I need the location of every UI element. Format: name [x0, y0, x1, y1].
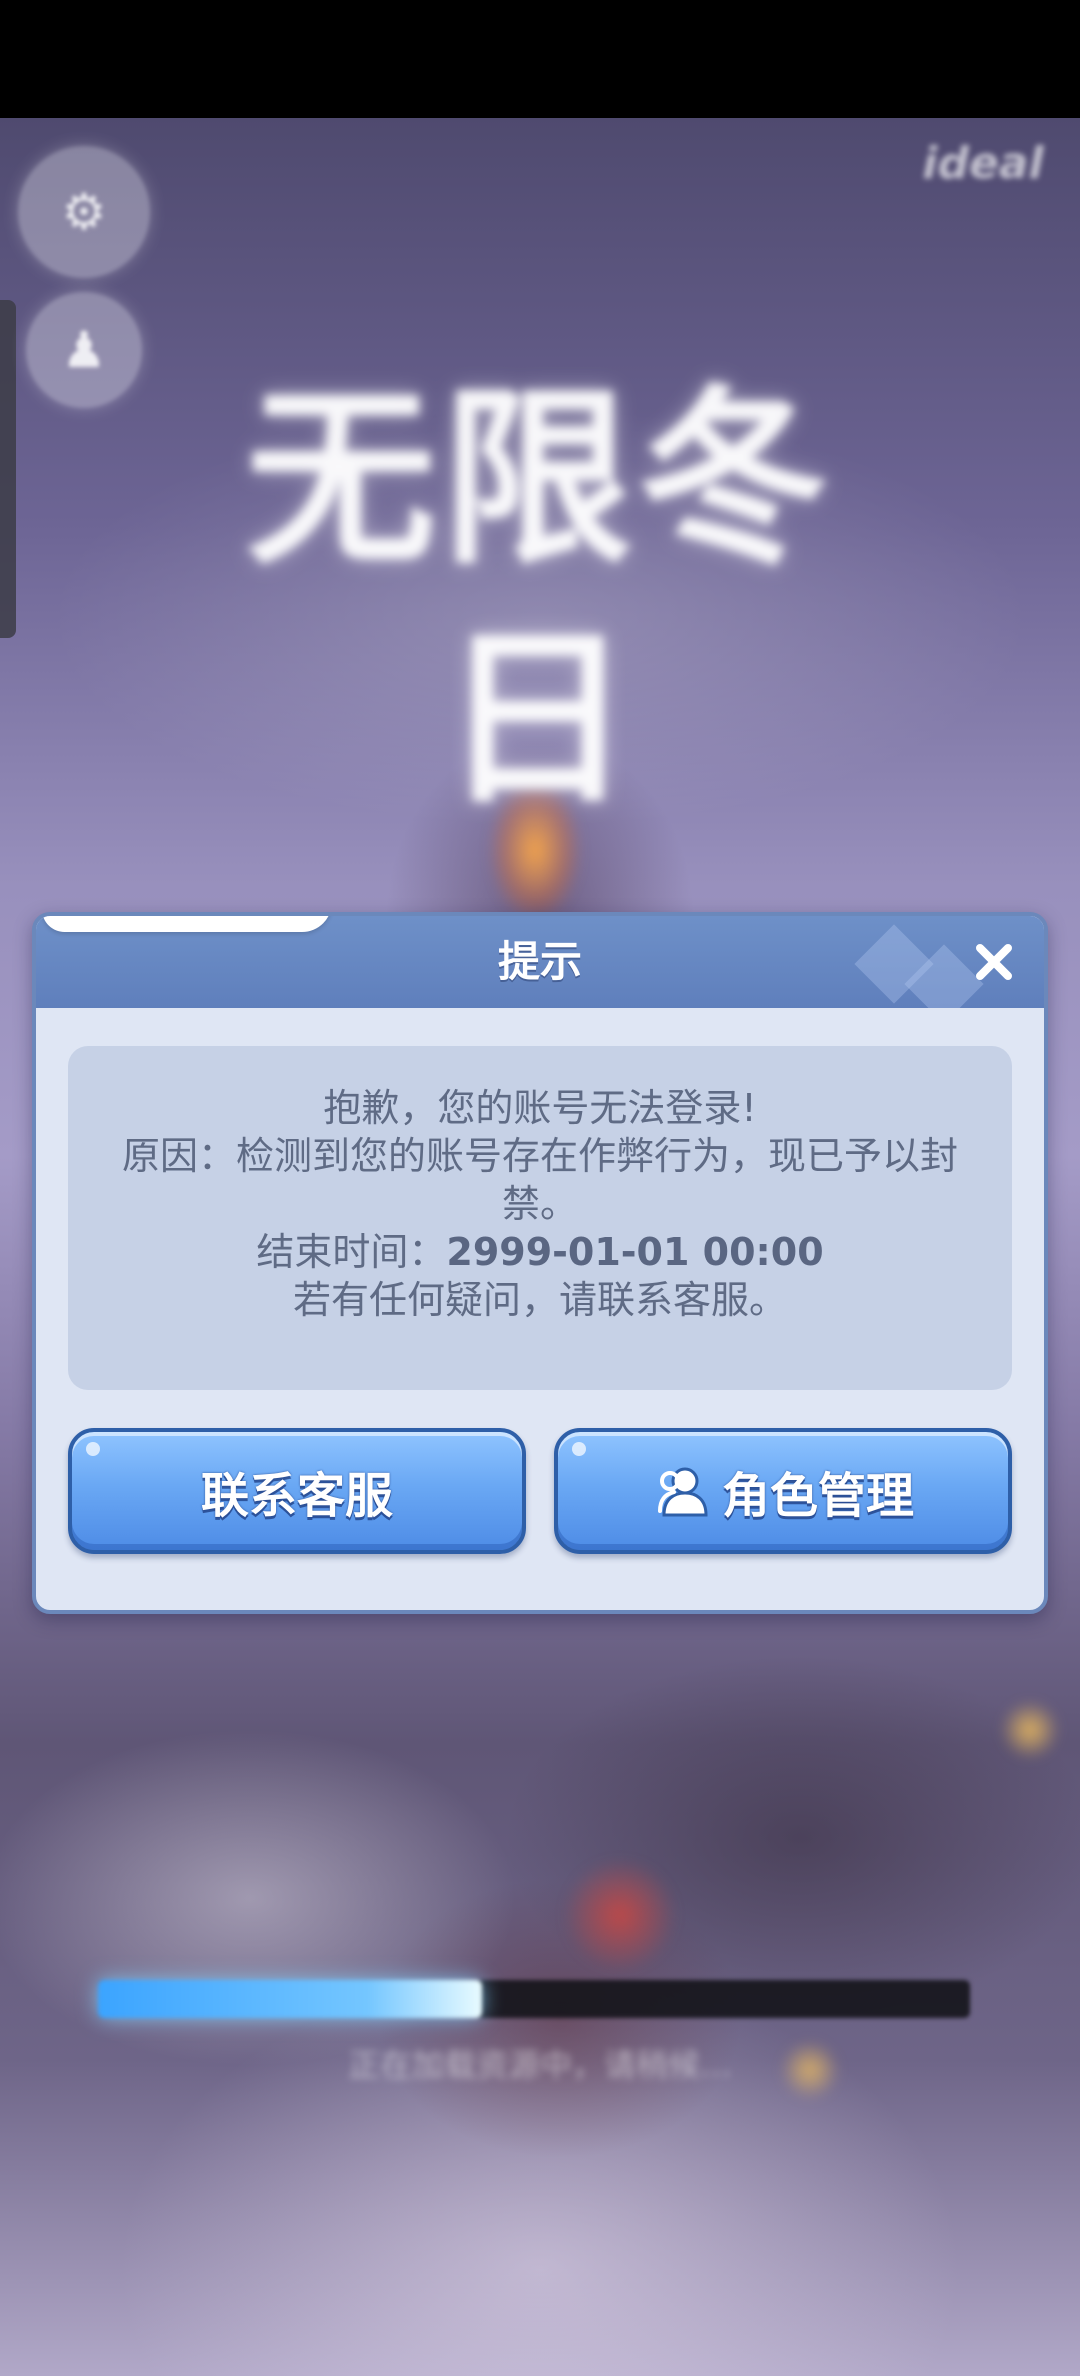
corner-logo: ideal [922, 138, 1044, 189]
screen: ⚙ ♟ ideal 无限冬日 正在加载资源中，请稍候… 提示 抱歉，您的账号无法… [0, 0, 1080, 2376]
end-time-label: 结束时间： [256, 1230, 447, 1274]
ban-notice-dialog: 提示 抱歉，您的账号无法登录! 原因：检测到您的账号存在作弊行为，现已予以封禁。… [32, 912, 1048, 1614]
message-line: 若有任何疑问，请联系客服。 [292, 1278, 787, 1322]
end-time: 结束时间：2999-01-01 00:00 [98, 1228, 982, 1276]
lantern-glow [560, 1860, 680, 1970]
person-icon: ♟ [61, 321, 107, 379]
loading-bar [98, 1980, 970, 2018]
button-highlight [86, 1442, 100, 1456]
end-time-value: 2999-01-01 00:00 [446, 1230, 824, 1274]
role-management-label: 角色管理 [721, 1468, 914, 1524]
account-button[interactable]: ♟ [26, 292, 142, 408]
dialog-title: 提示 [497, 937, 582, 986]
ban-reason: 原因：检测到您的账号存在作弊行为，现已予以封禁。 [121, 1134, 958, 1226]
status-bar [0, 0, 1080, 118]
side-drawer-handle[interactable] [0, 300, 16, 638]
loading-bar-fill [98, 1980, 482, 2018]
game-title-logo: 无限冬日 [245, 369, 834, 830]
message-box: 抱歉，您的账号无法登录! 原因：检测到您的账号存在作弊行为，现已予以封禁。 结束… [68, 1046, 1012, 1390]
lantern-glow [1000, 1700, 1060, 1760]
message-line: 抱歉，您的账号无法登录! [323, 1086, 757, 1130]
close-button[interactable] [962, 930, 1026, 994]
dialog-header: 提示 [36, 916, 1044, 1008]
user-icon [657, 1467, 708, 1517]
close-icon [976, 944, 1012, 980]
button-highlight [572, 1442, 586, 1456]
contact-support-label: 联系客服 [200, 1468, 393, 1524]
settings-button[interactable]: ⚙ [18, 146, 150, 278]
gear-icon: ⚙ [61, 183, 107, 241]
contact-support-button[interactable]: 联系客服 [68, 1428, 526, 1554]
lantern-glow [780, 2040, 840, 2100]
loading-text: 正在加载资源中，请稍候… [347, 2046, 732, 2084]
role-management-button[interactable]: 角色管理 [554, 1428, 1012, 1554]
